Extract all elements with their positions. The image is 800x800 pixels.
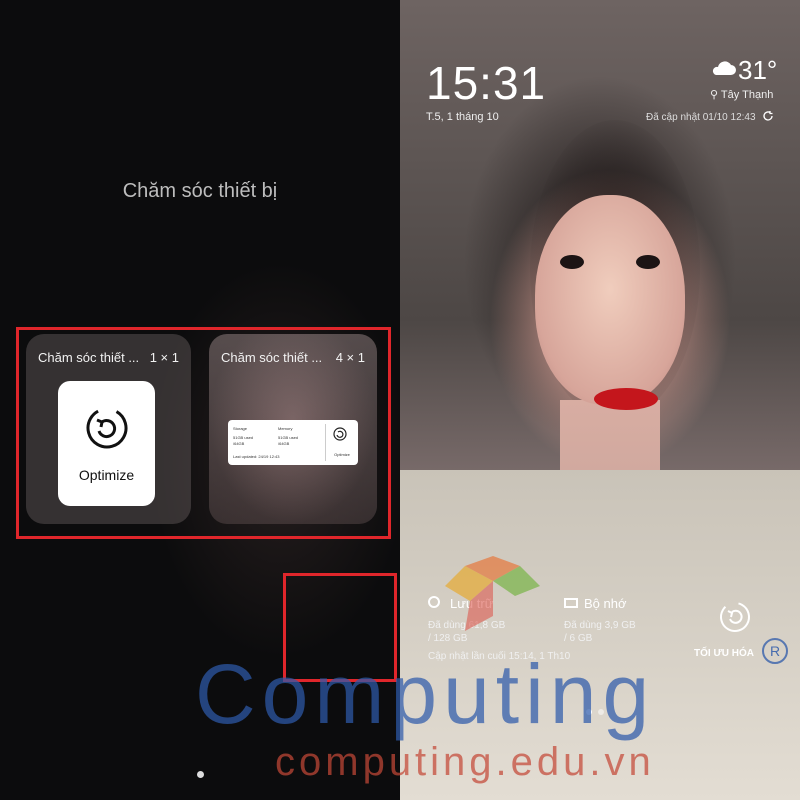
weather-location: ⚲ Tây Thạnh [710, 89, 774, 101]
memory-chip-icon [564, 598, 578, 608]
memory-used: Đã dùng 3,9 GB [564, 620, 636, 631]
optimize-button-label[interactable]: TỐI ƯU HÓA [694, 648, 754, 659]
highlight-frame-widgets [16, 327, 391, 539]
watermark-url: computing.edu.vn [275, 740, 655, 784]
optimize-icon[interactable] [718, 600, 752, 634]
weather-updated: Đã cập nhật 01/10 12:43 [646, 112, 756, 123]
brand-logo-icon [445, 556, 540, 631]
cloud-icon [712, 61, 736, 75]
wallpaper-eye-right [636, 255, 660, 269]
registered-mark: R [762, 638, 788, 664]
memory-label: Bộ nhớ [584, 596, 627, 611]
location-name: Tây Thạnh [720, 89, 774, 101]
refresh-icon[interactable] [762, 110, 774, 122]
watermark-brand: Computing [195, 647, 656, 741]
panel-title: Chăm sóc thiết bị [122, 180, 278, 202]
memory-total: / 6 GB [564, 633, 593, 644]
weather-temperature: 31° [738, 55, 778, 85]
clock-date: T.5, 1 tháng 10 [426, 111, 499, 123]
page-indicator-dot [197, 771, 204, 778]
wallpaper-face [535, 195, 685, 405]
wallpaper-lips [594, 388, 658, 410]
clock-time: 15:31 [426, 57, 547, 109]
wallpaper-eye-left [560, 255, 584, 269]
storage-icon [428, 596, 440, 608]
